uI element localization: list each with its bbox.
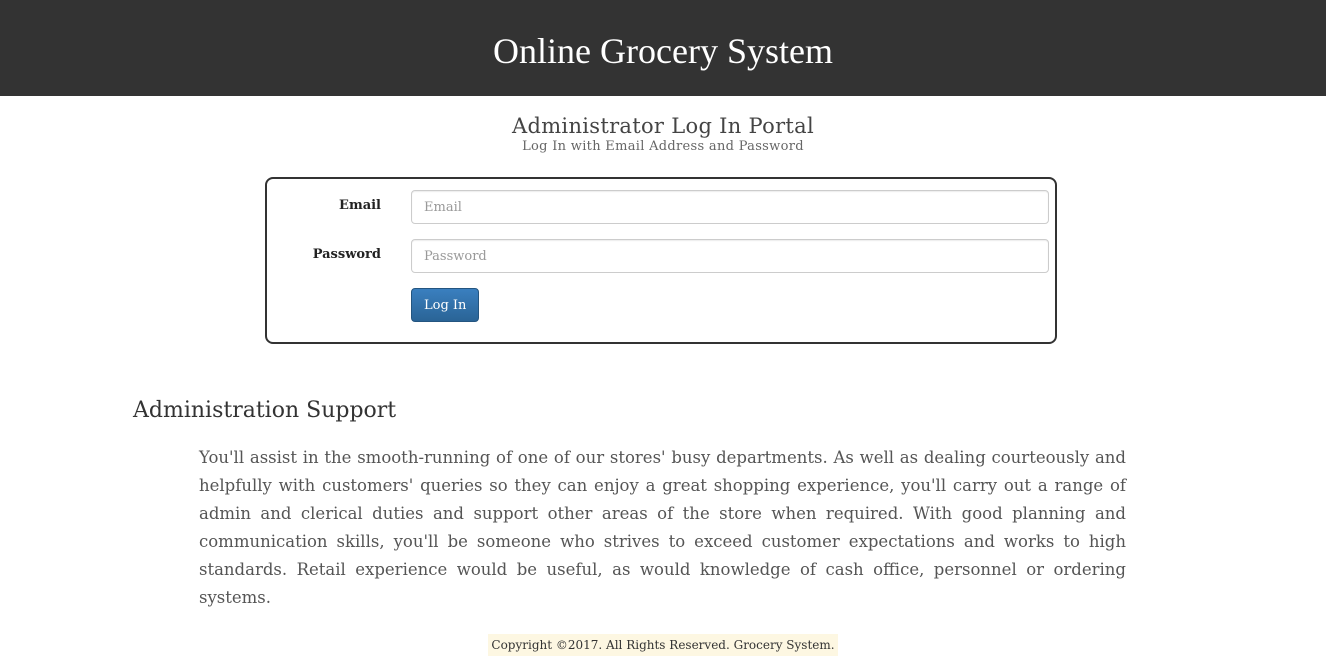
password-row: Password — [267, 239, 1055, 273]
email-field[interactable] — [411, 190, 1049, 224]
portal-heading: Administrator Log In Portal Log In with … — [0, 114, 1326, 154]
login-button[interactable]: Log In — [411, 288, 480, 322]
copyright-text: Copyright ©2017. All Rights Reserved. Gr… — [488, 634, 838, 656]
email-label: Email — [339, 198, 381, 213]
login-form: Email Password Log In — [265, 177, 1057, 344]
password-label: Password — [312, 247, 381, 262]
site-header: Online Grocery System — [0, 0, 1326, 96]
password-field[interactable] — [411, 239, 1049, 273]
site-title: Online Grocery System — [493, 31, 833, 71]
support-text: You'll assist in the smooth-running of o… — [199, 448, 1126, 607]
page-footer: Copyright ©2017. All Rights Reserved. Gr… — [0, 634, 1326, 656]
email-row: Email — [267, 190, 1055, 224]
support-section: Administration Support You'll assist in … — [133, 398, 1133, 607]
support-title: Administration Support — [133, 398, 397, 423]
page-subtitle: Log In with Email Address and Password — [522, 139, 804, 154]
page-title: Administrator Log In Portal — [512, 114, 814, 138]
